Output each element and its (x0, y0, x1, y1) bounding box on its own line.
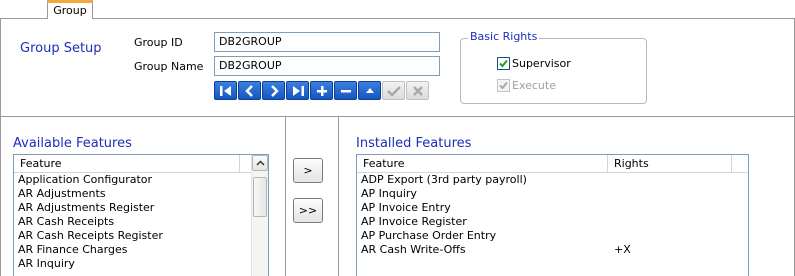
confirm-button[interactable] (382, 81, 405, 100)
last-icon (292, 85, 304, 96)
last-record-button[interactable] (286, 81, 309, 100)
previous-icon (244, 84, 253, 97)
table-row[interactable]: AP Invoice Entry (357, 201, 748, 215)
table-row[interactable]: AP Invoice Register (357, 215, 748, 229)
group-setup-title: Group Setup (20, 41, 102, 56)
list-item[interactable]: AR Adjustments Register (14, 201, 268, 215)
vertical-divider (285, 117, 286, 276)
list-item[interactable]: AR Finance Charges (14, 243, 268, 257)
up-icon (365, 87, 374, 93)
feature-cell: ADP Export (3rd party payroll) (361, 173, 527, 186)
add-icon (316, 85, 327, 96)
horizontal-divider (0, 116, 795, 117)
execute-checkbox[interactable] (497, 79, 510, 92)
chevron-up-icon (255, 160, 265, 166)
cancel-icon (412, 85, 423, 96)
scroll-thumb[interactable] (253, 177, 267, 217)
supervisor-checkbox[interactable] (497, 57, 510, 70)
checkmark-icon (499, 59, 508, 68)
next-record-button[interactable] (262, 81, 285, 100)
list-item[interactable]: AR Adjustments (14, 187, 268, 201)
record-navigation-toolbar (214, 81, 429, 100)
next-icon (270, 84, 279, 97)
table-row[interactable]: AR Cash Write-Offs +X (357, 243, 748, 257)
group-name-label: Group Name (134, 60, 204, 73)
group-name-field[interactable]: DB2GROUP (214, 56, 440, 76)
installed-features-title: Installed Features (356, 136, 472, 151)
list-item[interactable]: Application Configurator (14, 173, 268, 187)
add-all-features-button[interactable]: >> (293, 198, 323, 223)
group-id-field[interactable]: DB2GROUP (214, 32, 440, 52)
table-row[interactable]: ADP Export (3rd party payroll) (357, 173, 748, 187)
available-features-title: Available Features (13, 136, 132, 151)
vertical-divider (338, 117, 339, 276)
feature-column-header[interactable]: Feature (14, 155, 240, 172)
tab-group[interactable]: Group (47, 0, 93, 19)
cancel-button[interactable] (406, 81, 429, 100)
delete-record-button[interactable] (334, 81, 357, 100)
checkmark-icon (499, 81, 508, 90)
installed-features-list[interactable]: Feature Rights ADP Export (3rd party pay… (356, 154, 749, 276)
add-feature-button[interactable]: > (293, 158, 323, 183)
available-features-list[interactable]: Feature Application Configurator AR Adju… (13, 154, 269, 276)
add-record-button[interactable] (310, 81, 333, 100)
delete-icon (340, 89, 351, 92)
feature-cell: AP Inquiry (361, 187, 417, 200)
list-item[interactable]: AR Cash Receipts Register (14, 229, 268, 243)
rights-column-header[interactable]: Rights (608, 155, 732, 172)
basic-rights-groupbox (460, 38, 647, 104)
list-item[interactable]: AR Cash Receipts (14, 215, 268, 229)
available-list-header: Feature (14, 155, 268, 173)
group-id-label: Group ID (134, 36, 183, 49)
rights-cell: +X (614, 243, 631, 256)
vertical-scrollbar[interactable] (251, 155, 268, 276)
feature-cell: AP Invoice Register (361, 215, 467, 228)
table-row[interactable]: AP Inquiry (357, 187, 748, 201)
feature-cell: AP Purchase Order Entry (361, 229, 497, 242)
first-record-button[interactable] (214, 81, 237, 100)
feature-cell: AP Invoice Entry (361, 201, 451, 214)
previous-record-button[interactable] (238, 81, 261, 100)
confirm-icon (386, 85, 401, 97)
list-item[interactable]: AR Inquiry (14, 257, 268, 271)
basic-rights-title: Basic Rights (468, 30, 540, 43)
scroll-up-button[interactable] (252, 155, 268, 171)
up-button[interactable] (358, 81, 381, 100)
installed-list-header: Feature Rights (357, 155, 748, 173)
supervisor-label: Supervisor (512, 57, 571, 70)
execute-label: Execute (512, 79, 556, 92)
feature-column-header[interactable]: Feature (357, 155, 608, 172)
table-row[interactable]: AP Purchase Order Entry (357, 229, 748, 243)
first-icon (219, 85, 231, 96)
feature-cell: AR Cash Write-Offs (361, 243, 466, 256)
